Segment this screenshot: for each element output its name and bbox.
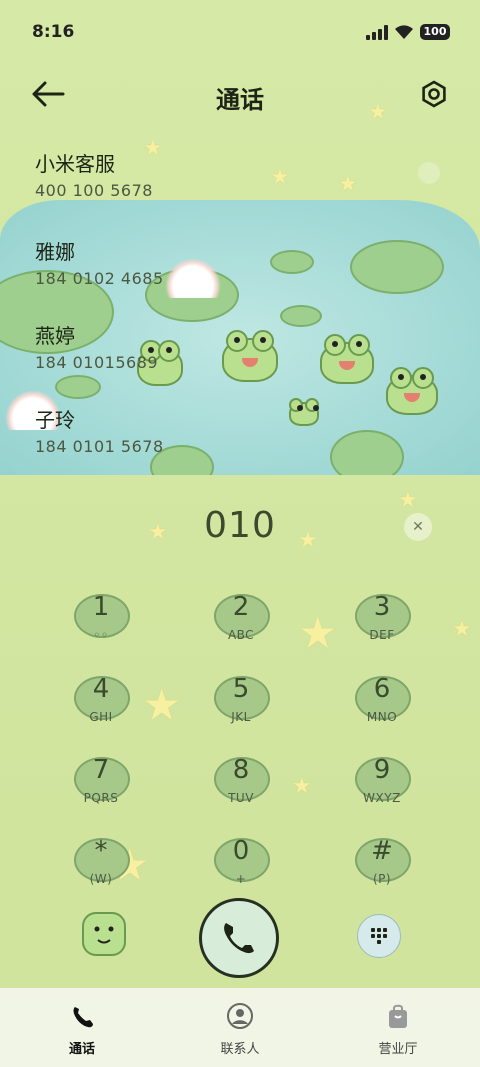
key-letters: MNO	[366, 710, 398, 724]
tab-service-hall[interactable]: 营业厅	[338, 988, 458, 1067]
status-bar: 8:16 100	[0, 0, 480, 66]
frog-illustration	[386, 367, 438, 415]
dial-key-star[interactable]: * (W)	[46, 836, 156, 902]
key-digit: 8	[232, 755, 250, 785]
chevron-right-icon[interactable]	[418, 162, 440, 184]
phone-handset-icon	[224, 923, 254, 954]
dial-key-3[interactable]: 3 DEF	[327, 592, 437, 658]
call-button[interactable]	[199, 898, 279, 978]
lily-pad	[350, 240, 444, 294]
app-header: 通话	[0, 70, 480, 120]
status-time: 8:16	[32, 22, 75, 42]
dial-key-8[interactable]: 8 TUV	[186, 755, 296, 821]
key-digit: 6	[373, 674, 391, 704]
dial-key-hash[interactable]: # (P)	[327, 836, 437, 902]
lily-pad	[270, 250, 314, 274]
star-decoration: ★	[338, 172, 358, 197]
contact-number: 184 0101 5678	[35, 437, 164, 456]
dial-key-0[interactable]: 0 +	[186, 836, 296, 902]
key-letters: +	[235, 872, 247, 886]
contact-name: 小米客服	[35, 152, 115, 176]
frog-illustration	[222, 330, 278, 382]
voicemail-icon: ◦◦	[93, 628, 109, 642]
bottom-tab-bar: 通话 联系人 营业厅	[0, 988, 480, 1067]
bag-icon	[389, 1004, 407, 1028]
key-letters: WXYZ	[363, 791, 401, 805]
contact-number: 184 0102 4685	[35, 269, 164, 288]
dial-key-2[interactable]: 2 ABC	[186, 592, 296, 658]
key-digit: 0	[232, 836, 250, 866]
key-digit: 7	[92, 755, 110, 785]
contact-name: 雅娜	[35, 240, 75, 264]
contact-icon	[227, 1003, 253, 1029]
wifi-icon	[395, 25, 413, 39]
star-decoration: ★	[270, 165, 290, 190]
dial-key-1[interactable]: 1 ◦◦	[46, 592, 156, 658]
page-title: 通话	[216, 86, 264, 114]
key-digit: 2	[232, 592, 250, 622]
key-digit: #	[371, 836, 393, 866]
key-digit: 5	[232, 674, 250, 704]
key-digit: 4	[92, 674, 110, 704]
tab-label: 联系人	[220, 1042, 260, 1057]
key-letters: DEF	[369, 628, 395, 642]
tab-calls[interactable]: 通话	[22, 988, 142, 1067]
dial-key-4[interactable]: 4 GHI	[46, 674, 156, 740]
key-digit: *	[94, 836, 108, 866]
contact-name: 燕婷	[35, 324, 75, 348]
lily-pad	[330, 430, 404, 475]
clear-input-button[interactable]: ✕	[404, 513, 432, 541]
frog-illustration	[289, 398, 319, 426]
dial-key-9[interactable]: 9 WXYZ	[327, 755, 437, 821]
battery-indicator: 100	[420, 24, 450, 40]
key-letters: PQRS	[83, 791, 119, 805]
keypad-toggle-button[interactable]	[357, 914, 401, 958]
dial-key-6[interactable]: 6 MNO	[327, 674, 437, 740]
key-letters: TUV	[228, 791, 254, 805]
recent-call-item[interactable]: 子玲 184 0101 5678	[35, 404, 164, 456]
recent-call-item[interactable]: 小米客服 400 100 5678	[35, 148, 153, 200]
dialpad-icon	[371, 928, 387, 944]
key-letters: JKL	[231, 710, 251, 724]
settings-gear-icon[interactable]	[420, 80, 448, 108]
key-letters: ABC	[227, 628, 255, 642]
dial-key-7[interactable]: 7 PQRS	[46, 755, 156, 821]
phone-icon	[73, 1007, 93, 1028]
recent-call-item[interactable]: 雅娜 184 0102 4685	[35, 236, 164, 288]
contact-number: 184 01015689	[35, 353, 159, 372]
star-decoration: ★	[452, 617, 472, 642]
key-letters: (P)	[372, 872, 392, 886]
lotus-flower	[165, 258, 221, 298]
signal-icon	[366, 24, 388, 40]
lily-pad	[55, 375, 101, 399]
frog-illustration	[320, 334, 374, 384]
tab-contacts[interactable]: 联系人	[180, 988, 300, 1067]
key-letters: GHI	[89, 710, 113, 724]
tab-label: 通话	[68, 1042, 95, 1057]
tab-label: 营业厅	[378, 1042, 418, 1057]
key-letters: (W)	[89, 872, 113, 886]
frog-theme-button[interactable]	[82, 912, 126, 956]
recent-call-item[interactable]: 燕婷 184 01015689	[35, 320, 158, 372]
key-digit: 3	[373, 592, 391, 622]
key-digit: 1	[92, 592, 110, 622]
lily-pad	[280, 305, 322, 327]
dial-key-5[interactable]: 5 JKL	[186, 674, 296, 740]
contact-name: 子玲	[35, 408, 75, 432]
frog-face-icon	[94, 926, 114, 944]
key-digit: 9	[373, 755, 391, 785]
contact-number: 400 100 5678	[35, 181, 153, 200]
